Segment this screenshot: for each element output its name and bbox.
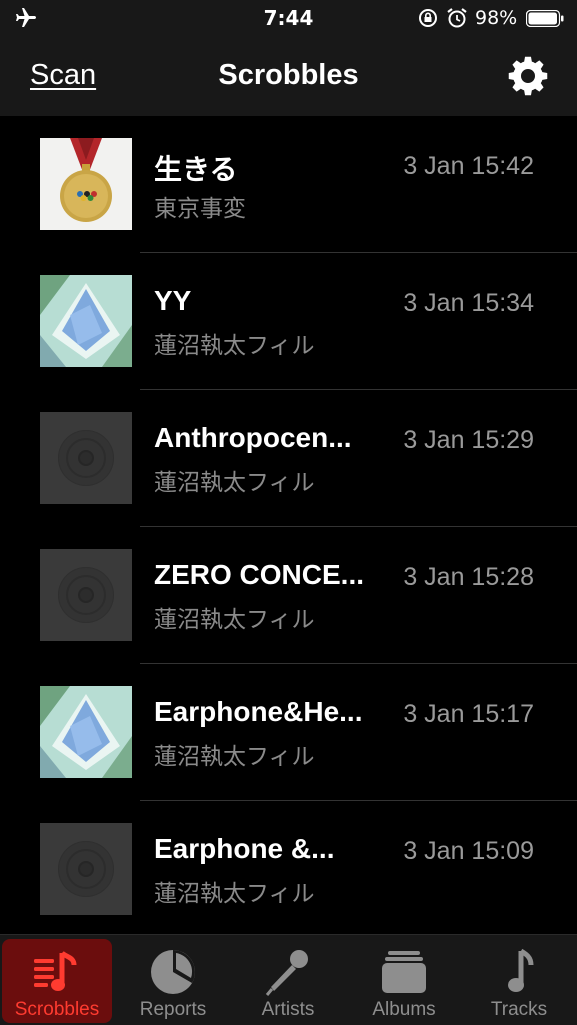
album-stack-icon: [382, 951, 426, 993]
status-bar: 7:44 98%: [0, 0, 577, 38]
scrobbles-list: 生きる東京事変 3 Jan 15:42 YY 蓮沼執太フィル 3 Jan 15:34 An…: [0, 116, 577, 934]
track-title: Earphone &...: [154, 833, 335, 864]
track-title: ZERO CONCE...: [154, 559, 365, 590]
tab-reports[interactable]: Reports: [118, 939, 228, 1023]
track-title: YY: [154, 285, 192, 316]
scrobble-row[interactable]: YY 蓮沼執太フィル 3 Jan 15:34: [0, 253, 577, 390]
pie-chart-icon: [151, 950, 195, 994]
scrobble-row[interactable]: Earphone &... 蓮沼執太フィル 3 Jan 15:09: [0, 801, 577, 934]
album-artwork: [40, 686, 132, 778]
microphone-icon: [265, 950, 308, 996]
scrobble-time: 3 Jan 15:28: [403, 563, 534, 591]
scrobble-row[interactable]: ZERO CONCE... 蓮沼執太フィル 3 Jan 15:28: [0, 527, 577, 664]
navigation-bar: Scan Scrobbles: [0, 38, 577, 116]
tab-tracks[interactable]: Tracks: [464, 939, 574, 1023]
artist-name: 蓮沼執太フィル: [154, 333, 315, 359]
tab-label: Scrobbles: [14, 999, 100, 1020]
scrobble-time: 3 Jan 15:09: [403, 837, 534, 865]
disc-icon: [58, 841, 114, 897]
battery-percent: 98%: [475, 7, 518, 29]
album-artwork: [40, 412, 132, 504]
tab-albums[interactable]: Albums: [349, 939, 459, 1023]
battery-icon: [526, 10, 564, 27]
track-title: 生きる: [154, 154, 238, 185]
artist-name: 蓮沼執太フィル: [154, 744, 315, 770]
album-artwork: [40, 138, 132, 230]
artist-name: 東京事変: [154, 196, 246, 222]
scrobble-row[interactable]: Anthropocen... 蓮沼執太フィル 3 Jan 15:29: [0, 390, 577, 527]
tab-scrobbles[interactable]: Scrobbles: [2, 939, 112, 1023]
album-artwork: [40, 275, 132, 367]
artist-name: 蓮沼執太フィル: [154, 470, 315, 496]
track-title: Earphone&He...: [154, 696, 363, 727]
gear-icon[interactable]: [507, 55, 549, 97]
tab-artists[interactable]: Artists: [233, 939, 343, 1023]
track-title: Anthropocen...: [154, 422, 352, 453]
scrobble-time: 3 Jan 15:17: [403, 700, 534, 728]
scrobble-time: 3 Jan 15:42: [403, 152, 534, 180]
artist-name: 蓮沼執太フィル: [154, 881, 315, 907]
disc-icon: [58, 430, 114, 486]
album-artwork: [40, 823, 132, 915]
tab-label: Albums: [372, 999, 436, 1020]
artist-name: 蓮沼執太フィル: [154, 607, 315, 633]
page-title: Scrobbles: [218, 59, 359, 91]
music-note-icon: [508, 948, 534, 992]
tab-bar: Scrobbles Reports Artists Albums Tracks: [0, 934, 577, 1025]
scrobble-row[interactable]: 生きる東京事変 3 Jan 15:42: [0, 116, 577, 253]
disc-icon: [58, 567, 114, 623]
scrobble-time: 3 Jan 15:34: [403, 289, 534, 317]
tab-label: Reports: [139, 999, 207, 1020]
alarm-icon: [447, 8, 467, 28]
rotation-lock-icon: [419, 9, 437, 27]
tab-label: Tracks: [490, 999, 548, 1020]
album-artwork: [40, 549, 132, 641]
tab-label: Artists: [261, 999, 315, 1020]
scrobble-row[interactable]: Earphone&He... 蓮沼執太フィル 3 Jan 15:17: [0, 664, 577, 801]
scrobble-time: 3 Jan 15:29: [403, 426, 534, 454]
scrobbles-icon: [34, 951, 77, 991]
